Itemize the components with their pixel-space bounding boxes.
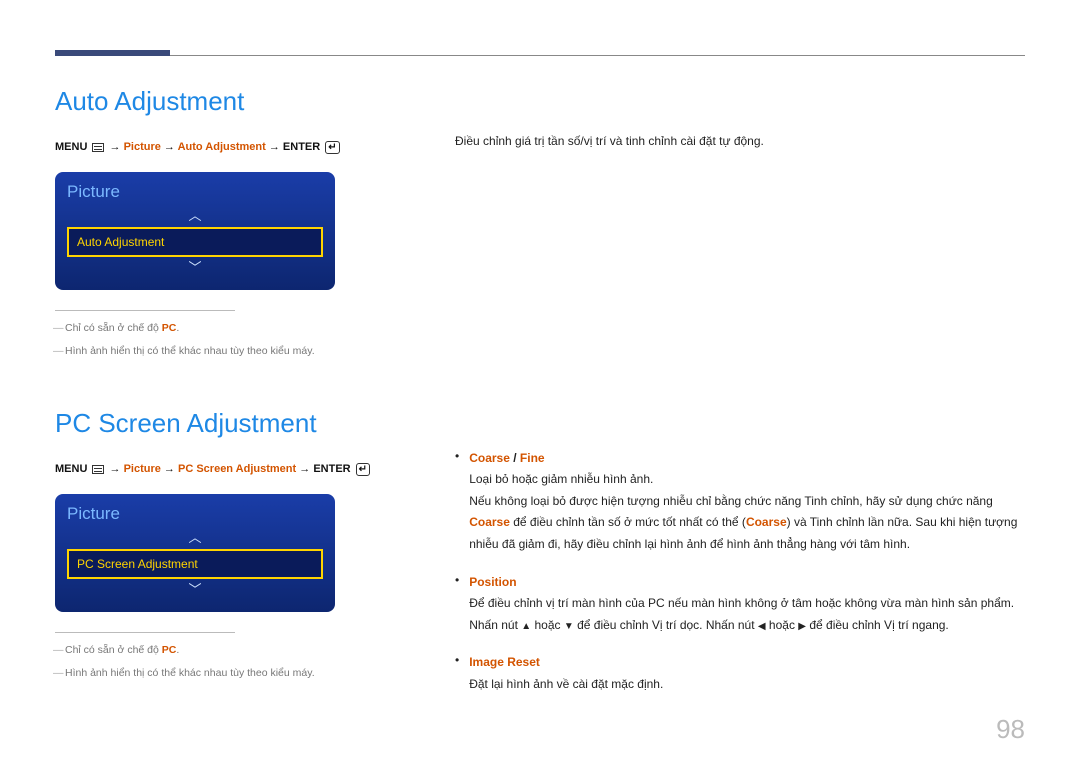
bullet-dot: •	[455, 572, 459, 637]
osd-up-arrow[interactable]: ︿	[67, 530, 323, 546]
section1-description: Điều chỉnh giá trị tần số/vị trí và tinh…	[455, 131, 1025, 153]
menu-path-item: Auto Adjustment	[178, 141, 266, 153]
osd-title: Picture	[67, 504, 323, 524]
enter-icon: ↵	[325, 141, 339, 154]
osd-title: Picture	[67, 182, 323, 202]
left-column: Auto Adjustment MENU → Picture → Auto Ad…	[55, 86, 400, 712]
note-pc-mode-1: Chỉ có sẵn ở chế độ PC.	[55, 321, 400, 337]
right-column: Điều chỉnh giá trị tần số/vị trí và tinh…	[455, 86, 1025, 712]
position-label: Position	[469, 575, 516, 589]
coarse-body2a: Nếu không loại bỏ được hiện tượng nhiễu …	[469, 494, 993, 508]
page-number: 98	[996, 714, 1025, 745]
osd-up-arrow[interactable]: ︿	[67, 208, 323, 224]
notes-divider-1	[55, 310, 235, 311]
header-accent-bar	[55, 50, 170, 56]
menu-icon	[92, 143, 104, 152]
header-rule	[55, 55, 1025, 56]
osd-selected-item[interactable]: Auto Adjustment	[67, 227, 323, 257]
section2-menu-path: MENU → Picture → PC Screen Adjustment → …	[55, 461, 400, 479]
coarse-inline2: Coarse	[746, 515, 787, 529]
osd-panel-2: Picture ︿ PC Screen Adjustment ﹀	[55, 494, 335, 612]
bullet-list: • Coarse / Fine Loại bỏ hoặc giảm nhiễu …	[455, 448, 1025, 696]
note1-prefix: Chỉ có sẵn ở chế độ	[65, 322, 162, 334]
section2-details: • Coarse / Fine Loại bỏ hoặc giảm nhiễu …	[455, 448, 1025, 696]
position-body2c: để điều chỉnh Vị trí dọc. Nhấn nút	[574, 618, 758, 632]
section1-title: Auto Adjustment	[55, 86, 400, 117]
menu-path-item: PC Screen Adjustment	[178, 463, 296, 475]
position-body2e: để điều chỉnh Vị trí ngang.	[806, 618, 949, 632]
menu-label: MENU	[55, 141, 87, 153]
triangle-left-icon: ◀	[758, 621, 766, 632]
fine-label: Fine	[520, 451, 545, 465]
coarse-label: Coarse	[469, 451, 510, 465]
bullet-coarse-fine: • Coarse / Fine Loại bỏ hoặc giảm nhiễu …	[455, 448, 1025, 556]
coarse-body2b: để điều chỉnh tần số ở mức tốt nhất có t…	[510, 515, 746, 529]
menu-path-picture: Picture	[124, 463, 161, 475]
page-columns: Auto Adjustment MENU → Picture → Auto Ad…	[55, 86, 1025, 712]
menu-label: MENU	[55, 463, 87, 475]
osd-selected-item[interactable]: PC Screen Adjustment	[67, 549, 323, 579]
menu-path-picture: Picture	[124, 141, 161, 153]
note-display-vary-2: Hình ảnh hiển thị có thể khác nhau tùy t…	[55, 666, 400, 682]
osd-down-arrow[interactable]: ﹀	[67, 582, 323, 598]
bullet-dot: •	[455, 448, 459, 556]
section2-title: PC Screen Adjustment	[55, 408, 400, 439]
coarse-inline1: Coarse	[469, 515, 510, 529]
position-body2a: Nhấn nút	[469, 618, 521, 632]
note1-pc: PC	[162, 644, 177, 656]
coarse-sep: /	[510, 451, 520, 465]
triangle-down-icon: ▼	[564, 621, 574, 632]
menu-icon	[92, 465, 104, 474]
triangle-up-icon: ▲	[521, 621, 531, 632]
note-display-vary-1: Hình ảnh hiển thị có thể khác nhau tùy t…	[55, 344, 400, 360]
enter-icon: ↵	[356, 463, 370, 476]
position-body1: Để điều chỉnh vị trí màn hình của PC nếu…	[469, 596, 1014, 610]
note1-pc: PC	[162, 322, 177, 334]
bullet-image-reset: • Image Reset Đặt lại hình ảnh về cài đặ…	[455, 652, 1025, 695]
note-pc-mode-2: Chỉ có sẵn ở chế độ PC.	[55, 643, 400, 659]
osd-down-arrow[interactable]: ﹀	[67, 260, 323, 276]
bullet-dot: •	[455, 652, 459, 695]
position-body2d: hoặc	[766, 618, 799, 632]
note1-prefix: Chỉ có sẵn ở chế độ	[65, 644, 162, 656]
position-body2b: hoặc	[531, 618, 564, 632]
imagereset-label: Image Reset	[469, 655, 540, 669]
triangle-right-icon: ▶	[798, 621, 806, 632]
notes-divider-2	[55, 632, 235, 633]
coarse-body1: Loại bỏ hoặc giảm nhiễu hình ảnh.	[469, 472, 653, 486]
imagereset-body: Đặt lại hình ảnh về cài đặt mặc định.	[469, 677, 663, 691]
bullet-position: • Position Để điều chỉnh vị trí màn hình…	[455, 572, 1025, 637]
osd-panel-1: Picture ︿ Auto Adjustment ﹀	[55, 172, 335, 290]
enter-label: ENTER	[283, 141, 320, 153]
enter-label: ENTER	[313, 463, 350, 475]
section1-menu-path: MENU → Picture → Auto Adjustment → ENTER…	[55, 139, 400, 157]
